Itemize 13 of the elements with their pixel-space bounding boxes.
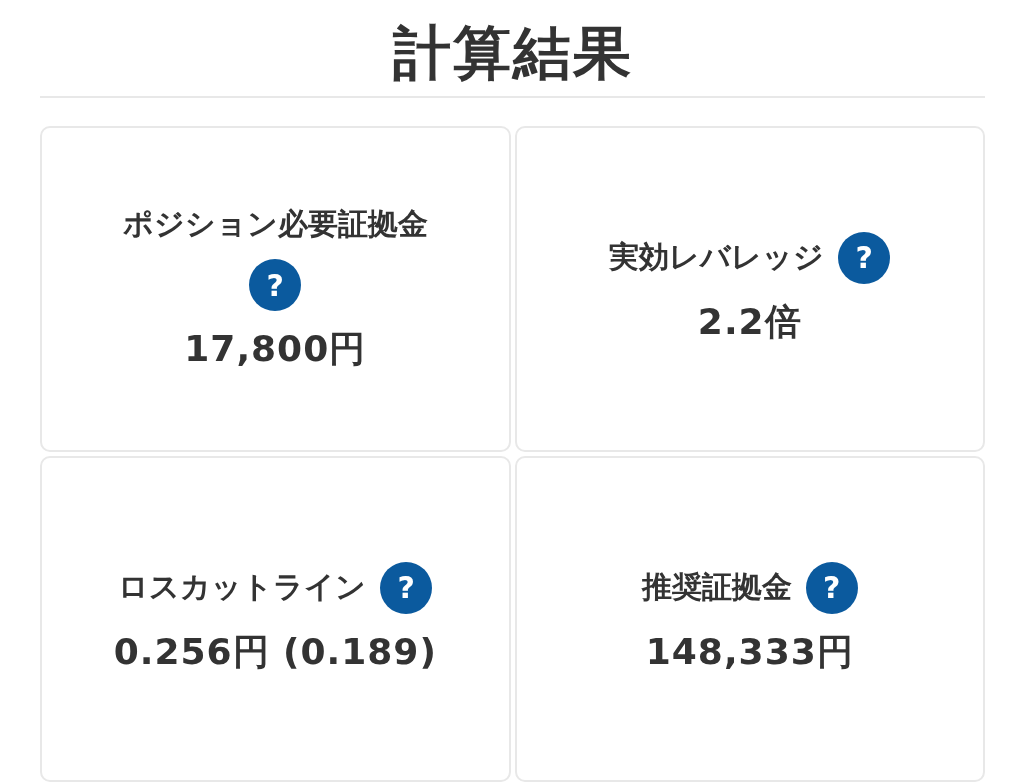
card-value: 2.2倍 [697, 299, 802, 344]
card-label: 実効レバレッジ [609, 238, 825, 276]
card-label: ポジション必要証拠金 [122, 205, 428, 243]
card-label: ロスカットライン [118, 568, 367, 606]
help-icon[interactable]: ? [380, 561, 433, 614]
section-title: 計算結果 [391, 18, 634, 89]
card-value: 17,800円 [184, 327, 367, 371]
help-icon[interactable]: ? [249, 259, 302, 311]
help-icon[interactable]: ? [838, 231, 891, 284]
help-icon[interactable]: ? [805, 561, 858, 614]
card-value: 148,333円 [645, 629, 854, 674]
card-label: 推奨証拠金 [641, 568, 792, 606]
card-value: 0.256円 (0.189) [113, 629, 437, 674]
